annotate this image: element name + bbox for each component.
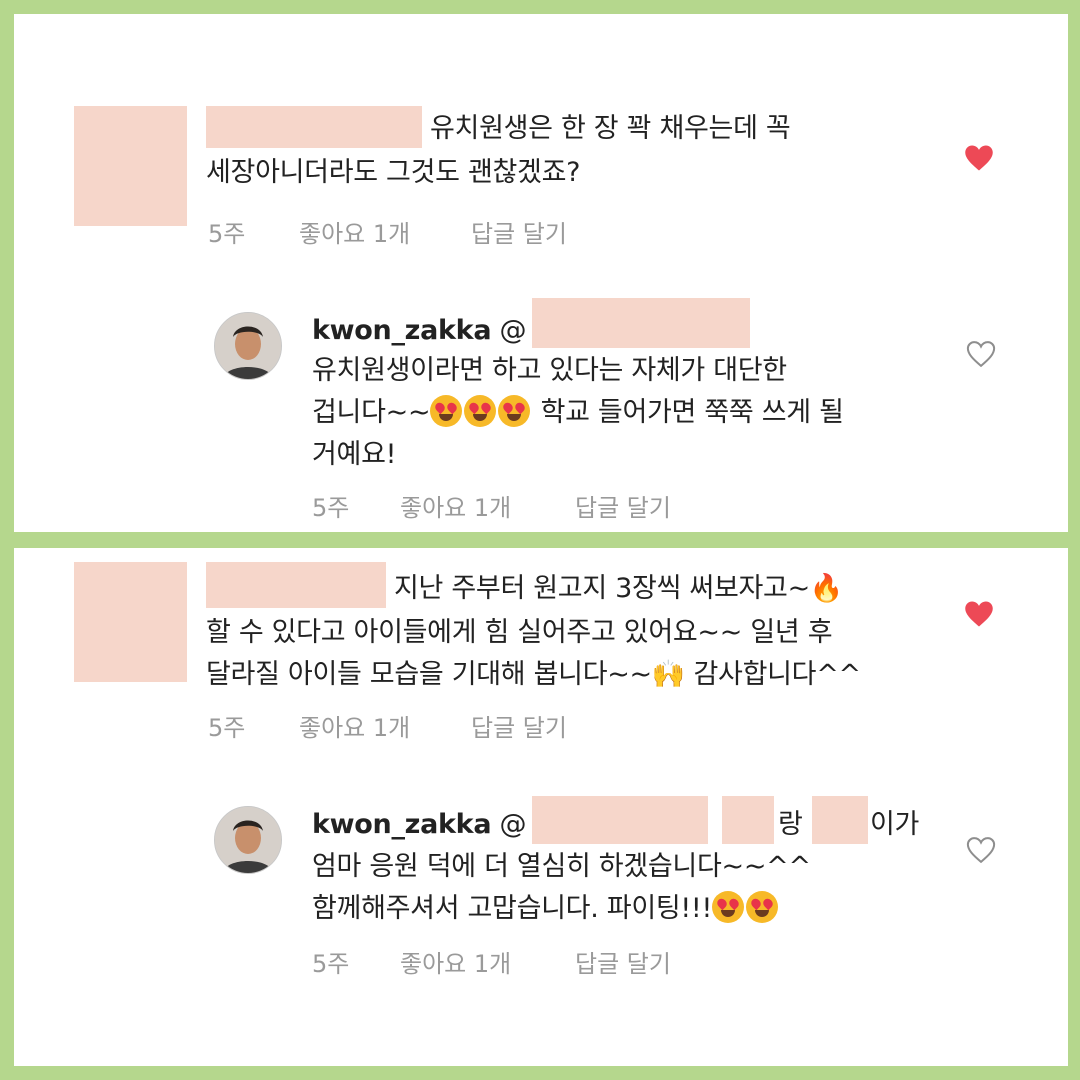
reply-time: 5주	[312, 494, 350, 522]
comment-text-line: 세장아니더라도 그것도 괜찮겠죠?	[206, 157, 581, 188]
raising-hands-emoji-icon: 🙌	[651, 659, 686, 690]
reply-text-segment: 겁니다~~	[312, 397, 431, 428]
redacted-avatar	[74, 106, 187, 226]
reply-likes-link[interactable]: 좋아요 1개	[400, 488, 511, 523]
heart-eyes-emoji-icon	[711, 891, 744, 923]
comment-likes-link[interactable]: 좋아요 1개	[299, 214, 410, 249]
redacted-username	[206, 562, 386, 608]
reply-time: 5주	[312, 950, 350, 978]
reply-likes-link[interactable]: 좋아요 1개	[400, 944, 511, 979]
reply-text-line: 겁니다~~ 학교 들어가면 쭉쭉 쓰게 될	[312, 392, 844, 434]
reply-text-line: 거예요!	[312, 439, 397, 470]
comment-text-line: 지난 주부터 원고지 3장씩 써보자고~🔥	[394, 568, 844, 610]
comment-text-segment: 달라질 아이들 모습을 기대해 봅니다~~	[206, 659, 652, 690]
comment-text-segment: 지난 주부터 원고지 3장씩 써보자고~	[394, 573, 810, 604]
reply-reply-button[interactable]: 답글 달기	[575, 944, 671, 979]
comment-card-2: 지난 주부터 원고지 3장씩 써보자고~🔥 할 수 있다고 아이들에게 힘 실어…	[14, 548, 1068, 1066]
heart-eyes-emoji-icon	[498, 395, 531, 427]
redacted-name	[722, 796, 774, 844]
comment-card-1: 유치원생은 한 장 꽉 채우는데 꼭 세장아니더라도 그것도 괜찮겠죠? 5주 …	[14, 14, 1068, 532]
reply-reply-button[interactable]: 답글 달기	[575, 488, 671, 523]
reply-mention[interactable]: @	[500, 809, 527, 840]
heart-outline-icon[interactable]	[966, 340, 996, 368]
redacted-avatar	[74, 562, 187, 682]
comment-text-line: 할 수 있다고 아이들에게 힘 실어주고 있어요~~ 일년 후	[206, 617, 833, 648]
comment-text-line: 유치원생은 한 장 꽉 채우는데 꼭	[430, 113, 791, 144]
redacted-name	[812, 796, 868, 844]
heart-eyes-emoji-icon	[745, 891, 778, 923]
reply-text-segment: 랑	[778, 809, 803, 840]
redacted-mention	[532, 298, 750, 348]
fire-emoji-icon: 🔥	[809, 573, 844, 604]
heart-filled-icon[interactable]	[964, 144, 994, 172]
reply-username[interactable]: kwon_zakka	[312, 315, 492, 346]
redacted-username	[206, 106, 422, 148]
reply-text-line: 함께해주셔서 고맙습니다. 파이팅!!!	[312, 888, 780, 930]
comment-likes-link[interactable]: 좋아요 1개	[299, 708, 410, 743]
avatar[interactable]	[214, 312, 282, 380]
reply-username[interactable]: kwon_zakka	[312, 809, 492, 840]
reply-text-segment: 학교 들어가면 쭉쭉 쓰게 될	[532, 397, 844, 428]
redacted-mention	[532, 796, 708, 844]
reply-text-line: 유치원생이라면 하고 있다는 자체가 대단한	[312, 355, 787, 386]
heart-eyes-emoji-icon	[464, 395, 497, 427]
reply-text-segment: 함께해주셔서 고맙습니다. 파이팅!!!	[312, 893, 712, 924]
comment-time: 5주	[208, 714, 246, 742]
heart-filled-icon[interactable]	[964, 600, 994, 628]
reply-text-segment: 이가	[870, 809, 920, 840]
comment-text-line: 달라질 아이들 모습을 기대해 봅니다~~🙌 감사합니다^^	[206, 654, 861, 696]
reply-header: kwon_zakka @	[312, 310, 527, 352]
heart-eyes-emoji-icon	[430, 395, 463, 427]
comment-text-segment: 감사합니다^^	[685, 659, 862, 690]
reply-header: kwon_zakka @	[312, 804, 527, 846]
comment-time: 5주	[208, 220, 246, 248]
reply-mention[interactable]: @	[500, 315, 527, 346]
avatar[interactable]	[214, 806, 282, 874]
reply-text-line: 엄마 응원 덕에 더 열심히 하겠습니다~~^^	[312, 851, 811, 882]
comment-reply-button[interactable]: 답글 달기	[471, 708, 567, 743]
comment-reply-button[interactable]: 답글 달기	[471, 214, 567, 249]
heart-outline-icon[interactable]	[966, 836, 996, 864]
